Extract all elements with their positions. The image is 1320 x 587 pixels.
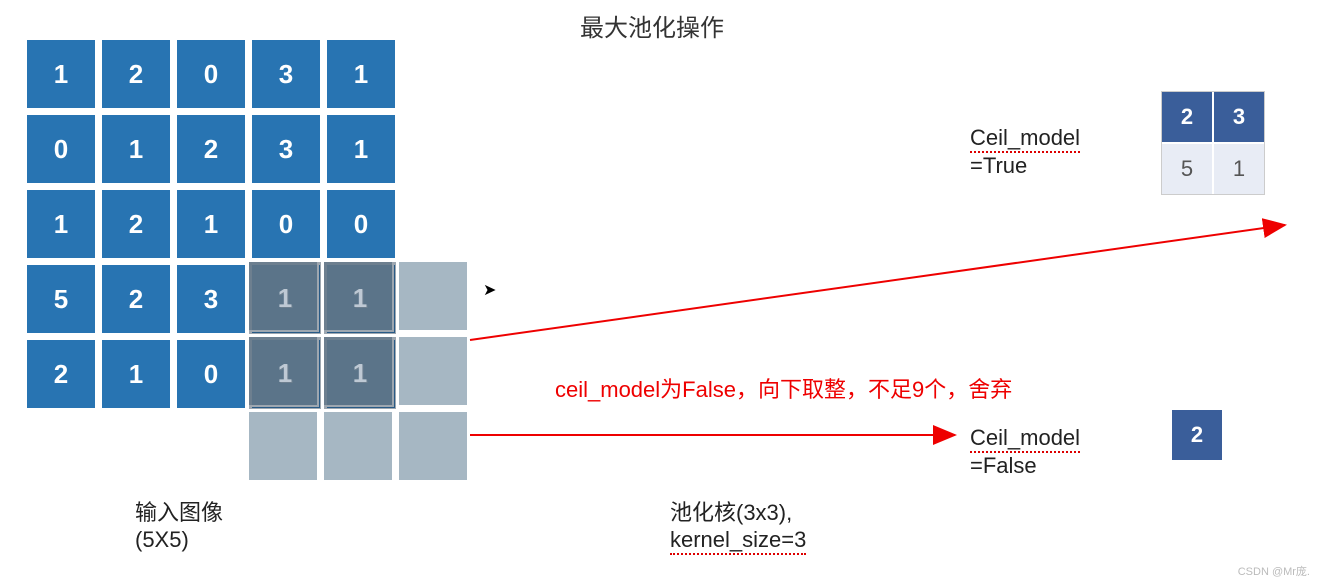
- input-cell: 1: [100, 338, 172, 410]
- output-cell: 1: [1214, 144, 1264, 194]
- input-image-label: 输入图像 (5X5): [135, 495, 223, 553]
- ceil-true-text2: =True: [970, 153, 1027, 178]
- input-cell: 0: [250, 188, 322, 260]
- input-cell: 0: [175, 338, 247, 410]
- ceil-false-text2: =False: [970, 453, 1037, 478]
- input-size-text: (5X5): [135, 527, 189, 552]
- overlap-cell: 1: [324, 337, 396, 409]
- output-cell: 5: [1162, 144, 1212, 194]
- kernel-cell: [397, 410, 469, 482]
- output-ceil-false-cell: 2: [1172, 410, 1222, 460]
- input-cell: 1: [25, 188, 97, 260]
- kernel-cell: [322, 410, 394, 482]
- watermark: CSDN @Mr庞.: [1238, 563, 1310, 579]
- input-cell: 1: [175, 188, 247, 260]
- output-cell: 2: [1162, 92, 1212, 142]
- input-label-text: 输入图像: [135, 500, 223, 525]
- input-cell: 0: [25, 113, 97, 185]
- overlap-cell: 1: [324, 262, 396, 334]
- output-ceil-true-grid: 2 3 5 1: [1162, 92, 1264, 194]
- input-cell: 5: [25, 263, 97, 335]
- input-cell: 2: [100, 188, 172, 260]
- input-cell: 1: [325, 113, 397, 185]
- input-cell: 1: [25, 38, 97, 110]
- overlap-cell: 1: [249, 262, 321, 334]
- ceil-true-label: Ceil_model =True: [970, 125, 1080, 179]
- input-cell: 1: [325, 38, 397, 110]
- ceil-false-label: Ceil_model =False: [970, 425, 1080, 479]
- input-cell: 0: [325, 188, 397, 260]
- ceil-true-text1: Ceil_model: [970, 125, 1080, 153]
- kernel-cell: [247, 410, 319, 482]
- kernel-cell: [397, 335, 469, 407]
- input-cell: 3: [250, 38, 322, 110]
- red-annotation: ceil_model为False，向下取整，不足9个，舍弃: [555, 372, 1012, 404]
- overlap-cell: 1: [249, 337, 321, 409]
- input-cell: 2: [100, 263, 172, 335]
- output-cell: 3: [1214, 92, 1264, 142]
- kernel-size-text: kernel_size=3: [670, 527, 806, 555]
- kernel-label-text: 池化核(3x3),: [670, 500, 792, 525]
- kernel-cell: [397, 260, 469, 332]
- input-cell: 3: [250, 113, 322, 185]
- input-cell: 2: [25, 338, 97, 410]
- input-cell: 0: [175, 38, 247, 110]
- arrow-to-true: [470, 225, 1285, 340]
- input-cell: 1: [100, 113, 172, 185]
- input-cell: 2: [175, 113, 247, 185]
- cursor-icon: ➤: [483, 280, 496, 300]
- input-cell: 3: [175, 263, 247, 335]
- input-cell: 2: [100, 38, 172, 110]
- kernel-label: 池化核(3x3), kernel_size=3: [670, 495, 806, 555]
- diagram-title: 最大池化操作: [580, 8, 724, 43]
- ceil-false-text1: Ceil_model: [970, 425, 1080, 453]
